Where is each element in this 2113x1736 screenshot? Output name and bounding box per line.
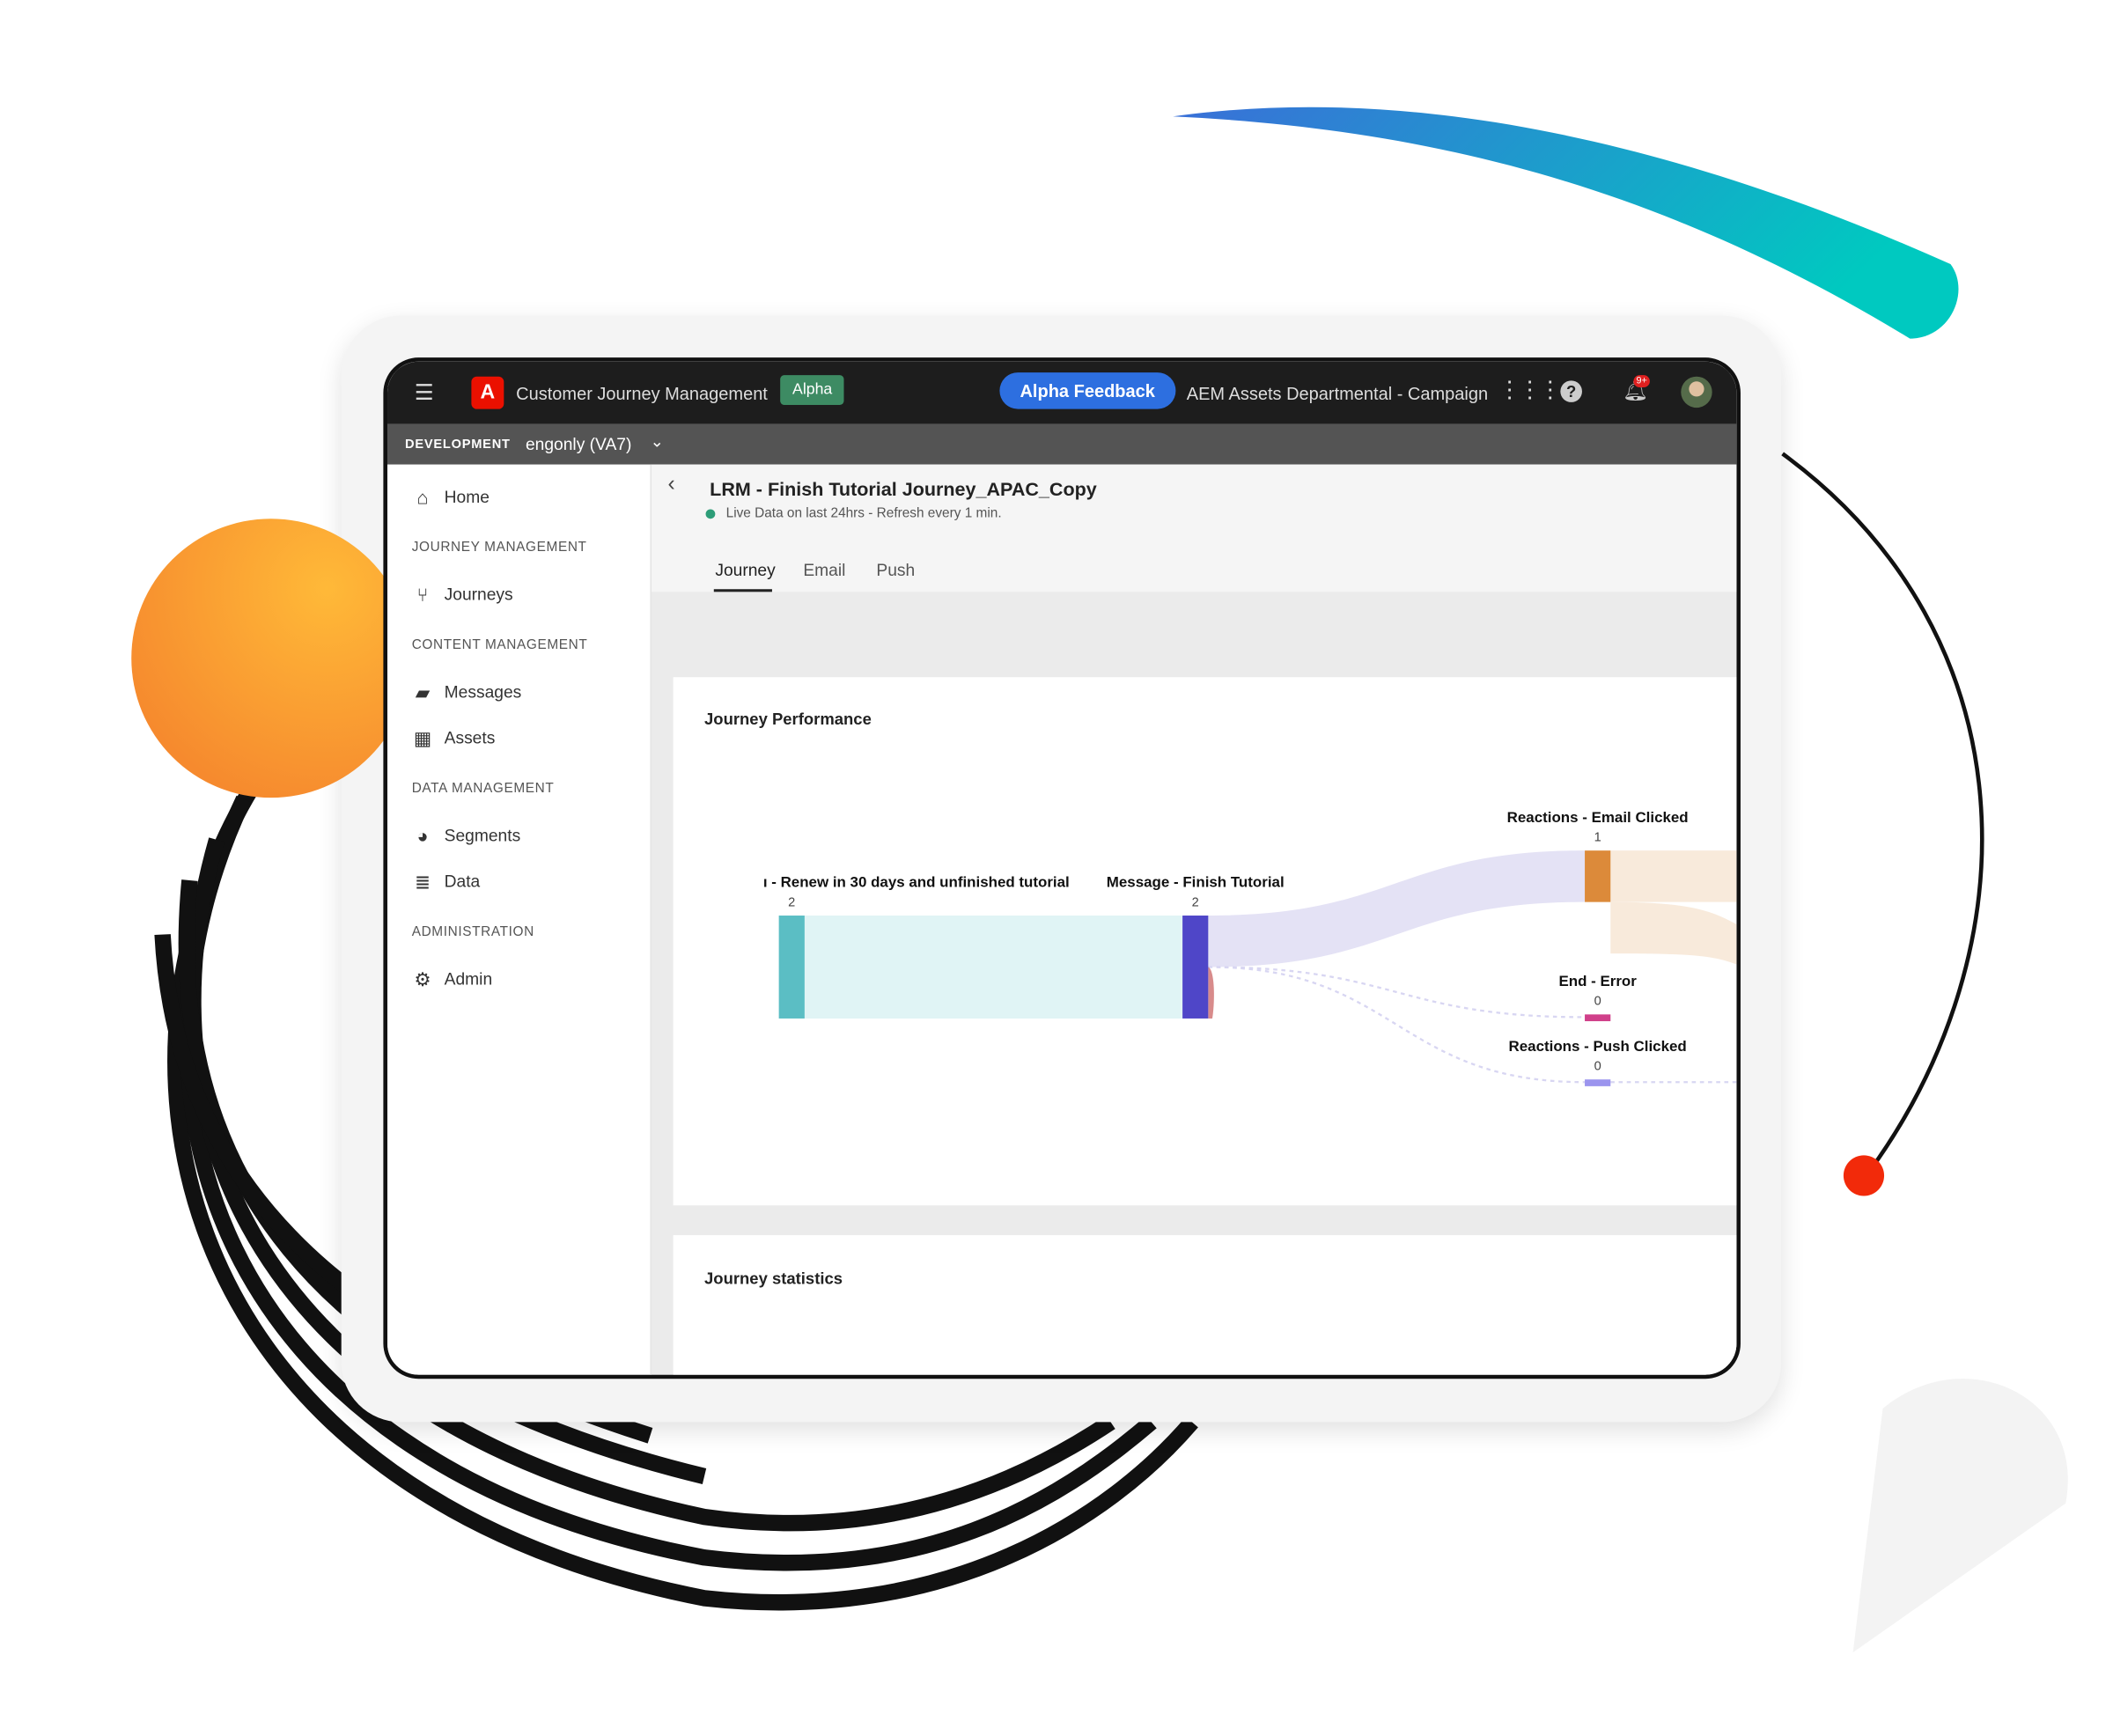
leaf-shape (1852, 1379, 2068, 1652)
app-window: ☰ A Customer Journey Management Alpha Al… (383, 357, 1741, 1379)
alpha-badge: Alpha (780, 375, 845, 406)
node-label: Message - Finish Tutorial (1106, 874, 1285, 892)
red-dot (1843, 1155, 1885, 1196)
node-label: ı - Renew in 30 days and unfinished tuto… (762, 874, 1070, 892)
app-title[interactable]: Customer Journey Management (516, 383, 768, 403)
user-avatar[interactable] (1681, 376, 1712, 408)
alpha-feedback-button[interactable]: Alpha Feedback (999, 372, 1175, 409)
sankey-chart (778, 850, 1737, 1086)
journey-icon: ⑂ (416, 584, 429, 606)
sandbox-selector[interactable]: engonly (VA7) (526, 435, 631, 454)
journey-statistics-card: Journey statistics (673, 1235, 1737, 1375)
sidebar-item-label: Segments (444, 826, 521, 846)
sankey-node (1182, 916, 1209, 1019)
sankey-link-outflow (1610, 850, 1737, 902)
notification-count: 9+ (1633, 375, 1650, 388)
section-data-management: DATA MANAGEMENT (411, 781, 555, 797)
main-content: ‹ LRM - Finish Tutorial Journey_APAC_Cop… (652, 464, 1737, 1375)
live-status-dot (705, 509, 716, 519)
node-value: 1 (1594, 830, 1601, 846)
top-bar: ☰ A Customer Journey Management Alpha Al… (387, 361, 1737, 424)
gear-icon: ⚙ (414, 967, 431, 989)
tab-journey[interactable]: Journey (715, 561, 775, 580)
message-icon: ▰ (415, 680, 431, 702)
sidebar-item-data[interactable]: ≣ Data (412, 870, 481, 893)
sidebar-item-messages[interactable]: ▰ Messages (412, 680, 522, 703)
journey-performance-card: Journey Performance ı - Renew in 30 days… (673, 677, 1737, 1206)
tab-email[interactable]: Email (803, 561, 845, 580)
sidebar-item-admin[interactable]: ⚙ Admin (412, 967, 493, 990)
sankey-link (1208, 850, 1586, 967)
node-label: Reactions - Push Clicked (1508, 1039, 1687, 1056)
active-tab-indicator (713, 589, 772, 592)
section-administration: ADMINISTRATION (411, 924, 534, 940)
home-icon: ⌂ (416, 486, 429, 508)
sidebar-item-label: Admin (444, 969, 493, 989)
sankey-node (1585, 1079, 1611, 1086)
sidebar-item-label: Journeys (444, 585, 513, 605)
environment-label: DEVELOPMENT (405, 437, 511, 452)
node-label: End - Error (1558, 974, 1637, 990)
segments-icon: ◕ (416, 824, 429, 847)
tab-push[interactable]: Push (876, 561, 915, 580)
sidebar-item-label: Assets (444, 728, 496, 748)
node-value: 0 (1594, 1059, 1601, 1075)
sidebar: ⌂ Home JOURNEY MANAGEMENT ⑂ Journeys CONTE… (387, 464, 652, 1375)
sankey-node (1585, 1014, 1611, 1022)
grid-icon[interactable]: ⋮⋮⋮ (1498, 377, 1562, 404)
assets-icon: ▦ (413, 726, 432, 749)
node-value: 0 (1594, 994, 1601, 1010)
adobe-logo[interactable]: A (471, 376, 504, 409)
card-title: Journey statistics (704, 1269, 843, 1289)
sidebar-item-label: Messages (444, 682, 522, 702)
sankey-link (804, 916, 1183, 1019)
chevron-down-icon[interactable]: ⌄ (650, 432, 663, 452)
node-value: 2 (1191, 894, 1199, 910)
sankey-link-empty (1208, 966, 1586, 1019)
sankey-node (1585, 850, 1611, 902)
hamburger-icon[interactable]: ☰ (415, 379, 434, 407)
live-status-text: Live Data on last 24hrs - Refresh every … (725, 506, 1002, 522)
swoosh-shape (1173, 107, 1959, 339)
section-content-management: CONTENT MANAGEMENT (411, 637, 588, 653)
page-header: ‹ LRM - Finish Tutorial Journey_APAC_Cop… (652, 464, 1737, 592)
sankey-link-empty (1208, 966, 1586, 1084)
sankey-node (778, 916, 805, 1019)
sankey-link-error (1208, 967, 1214, 1019)
section-journey-management: JOURNEY MANAGEMENT (411, 540, 587, 555)
orange-circle (131, 519, 411, 798)
sidebar-item-journeys[interactable]: ⑂ Journeys (412, 584, 513, 606)
sankey-link-outflow (1610, 901, 1737, 965)
thin-arc (1781, 452, 1984, 1173)
database-icon: ≣ (414, 870, 431, 893)
org-switcher[interactable]: AEM Assets Departmental - Campaign (1187, 383, 1488, 403)
environment-bar: DEVELOPMENT engonly (VA7) ⌄ (387, 423, 1737, 465)
sidebar-item-label: Home (444, 487, 490, 507)
sidebar-item-assets[interactable]: ▦ Assets (412, 726, 496, 749)
sidebar-item-home[interactable]: ⌂ Home (412, 486, 490, 508)
sidebar-item-label: Data (444, 872, 481, 892)
node-value: 2 (788, 894, 796, 910)
page-title: LRM - Finish Tutorial Journey_APAC_Copy (710, 478, 1097, 500)
sidebar-item-segments[interactable]: ◕ Segments (412, 824, 521, 847)
help-icon[interactable]: ? (1560, 380, 1582, 402)
back-button[interactable]: ‹ (667, 473, 674, 497)
node-label: Reactions - Email Clicked (1506, 810, 1689, 827)
